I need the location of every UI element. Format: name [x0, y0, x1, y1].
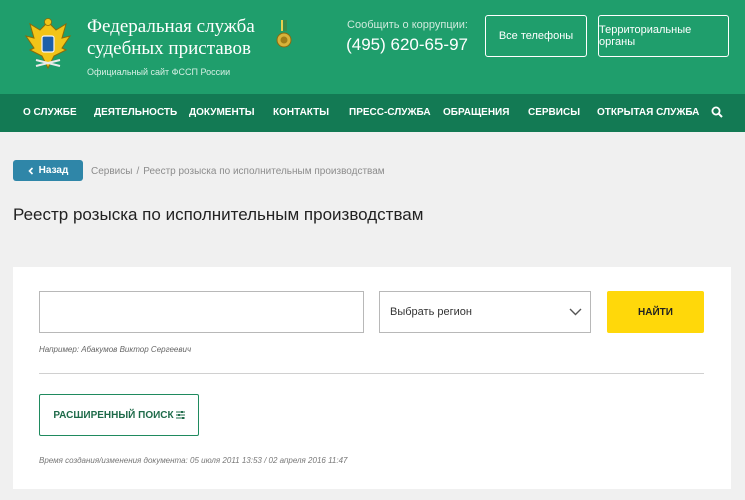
corruption-phone[interactable]: (495) 620-65-97 [340, 35, 468, 55]
find-button[interactable]: НАЙТИ [607, 291, 704, 333]
nav-item-documents[interactable]: ДОКУМЕНТЫ [189, 107, 255, 118]
chevron-left-icon [28, 166, 33, 175]
document-timestamp: Время создания/изменения документа: 05 и… [39, 456, 348, 465]
back-button-label: Назад [38, 165, 69, 176]
advanced-search-label: РАСШИРЕННЫЙ ПОИСК [53, 409, 174, 421]
back-button[interactable]: Назад [13, 160, 83, 181]
search-icon[interactable] [711, 106, 723, 118]
breadcrumb-item-current: Реестр розыска по исполнительным произво… [143, 166, 385, 177]
region-select-value: Выбрать регион [390, 306, 472, 318]
nav-item-contacts[interactable]: КОНТАКТЫ [273, 107, 329, 118]
site-subtitle: Официальный сайт ФССП России [87, 67, 231, 77]
main-nav: О СЛУЖБЕ ДЕЯТЕЛЬНОСТЬ ДОКУМЕНТЫ КОНТАКТЫ… [0, 94, 745, 132]
territorial-bodies-button[interactable]: Территориальные органы [598, 15, 729, 57]
all-phones-button[interactable]: Все телефоны [485, 15, 587, 57]
divider [39, 373, 704, 374]
search-hint: Например: Абакумов Виктор Сергеевич [39, 345, 192, 354]
nav-item-press[interactable]: ПРЕСС-СЛУЖБА [349, 107, 431, 118]
nav-item-services[interactable]: СЕРВИСЫ [528, 107, 580, 118]
nav-item-appeals[interactable]: ОБРАЩЕНИЯ [443, 107, 509, 118]
nav-item-activity[interactable]: ДЕЯТЕЛЬНОСТЬ [94, 107, 177, 118]
breadcrumb: Сервисы / Реестр розыска по исполнительным… [91, 166, 385, 177]
nav-item-about[interactable]: О СЛУЖБЕ [23, 107, 77, 118]
nav-item-open-service[interactable]: ОТКРЫТАЯ СЛУЖБА [597, 107, 699, 118]
site-header: Федеральная служба судебных приставов Оф… [0, 0, 745, 94]
filter-lines-icon [175, 411, 185, 419]
name-search-input[interactable] [39, 291, 364, 333]
site-title-line1: Федеральная служба [87, 16, 255, 37]
breadcrumb-item-services[interactable]: Сервисы [91, 166, 132, 177]
medal-icon [276, 20, 292, 48]
page-title: Реестр розыска по исполнительным произво… [13, 205, 424, 224]
advanced-search-button[interactable]: РАСШИРЕННЫЙ ПОИСК [39, 394, 199, 436]
chevron-down-icon [569, 308, 582, 316]
eagle-emblem-icon[interactable] [22, 16, 74, 74]
site-title[interactable]: Федеральная служба судебных приставов [87, 16, 255, 60]
site-title-line2: судебных приставов [87, 38, 251, 59]
search-card: Выбрать регион НАЙТИ Например: Абакумов … [13, 267, 731, 489]
region-select[interactable]: Выбрать регион [379, 291, 591, 333]
corruption-label: Сообщить о коррупции: [347, 19, 468, 31]
